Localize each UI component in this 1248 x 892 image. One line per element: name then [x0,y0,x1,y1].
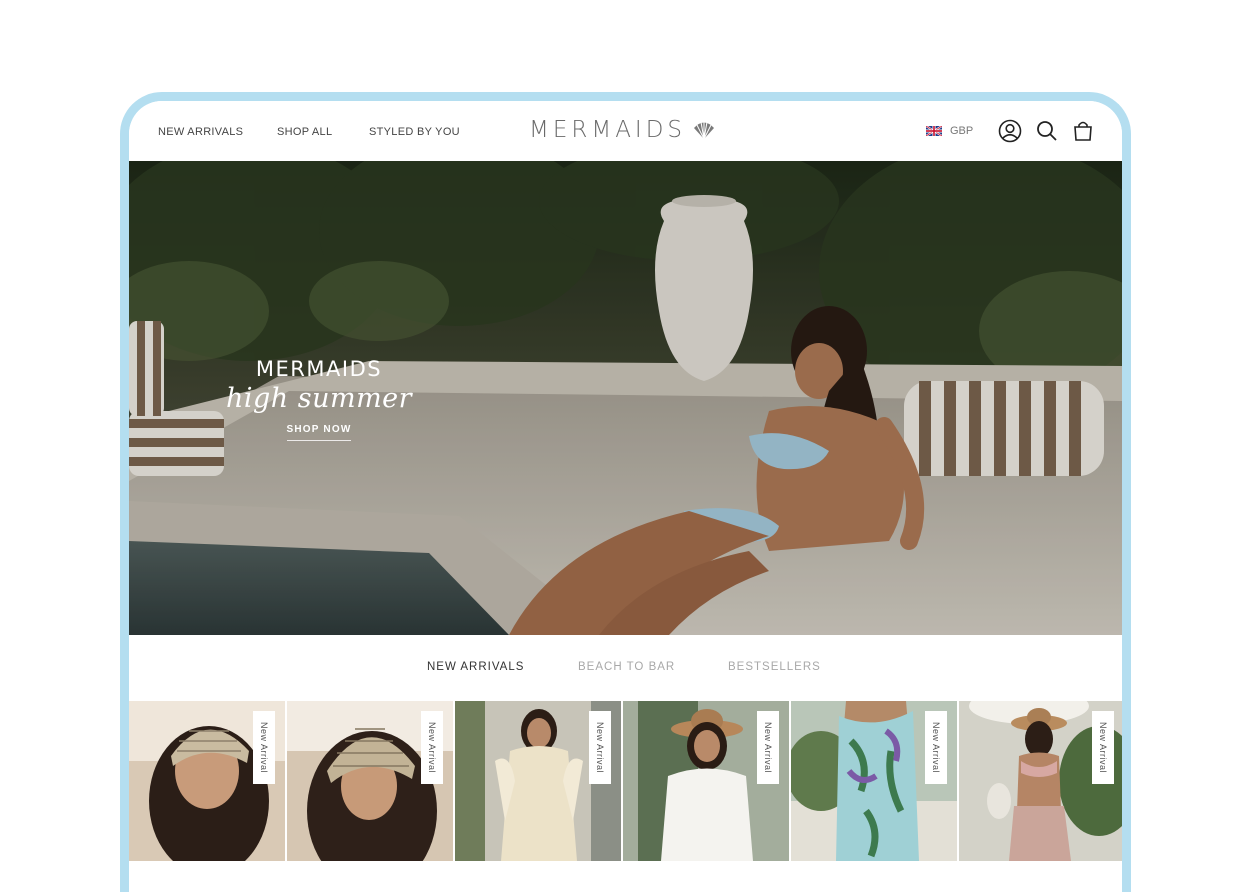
search-icon[interactable] [1035,119,1059,143]
logo-text: MERMAIDS [529,117,687,143]
tab-new-arrivals[interactable]: NEW ARRIVALS [427,661,524,673]
product-card[interactable]: New Arrival [623,701,789,861]
product-card[interactable]: New Arrival [287,701,453,861]
nav-new-arrivals[interactable]: NEW ARRIVALS [158,126,243,138]
hero-banner[interactable]: MERMAIDS high summer SHOP NOW [129,161,1122,635]
shop-now-button[interactable]: SHOP NOW [286,424,352,441]
currency-selector[interactable]: GBP [926,125,973,137]
account-icon[interactable] [998,119,1022,143]
new-arrival-badge: New Arrival [253,711,275,784]
product-card[interactable]: New Arrival [129,701,285,861]
new-arrival-badge: New Arrival [757,711,779,784]
shell-icon [694,121,715,140]
nav-styled-by-you[interactable]: STYLED BY YOU [369,126,460,138]
bag-icon[interactable] [1071,119,1095,143]
product-card[interactable]: New Arrival [959,701,1122,861]
new-arrival-badge: New Arrival [925,711,947,784]
tab-bestsellers[interactable]: BESTSELLERS [728,661,821,673]
brand-logo[interactable]: MERMAIDS [529,117,716,143]
hero-brand: MERMAIDS [255,357,383,381]
tab-beach-to-bar[interactable]: BEACH TO BAR [578,661,675,673]
product-grid: New Arrival New Arrival New Arrival New … [129,701,1122,892]
product-tabs: NEW ARRIVALS BEACH TO BAR BESTSELLERS [129,635,1122,701]
device-frame: NEW ARRIVALS SHOP ALL STYLED BY YOU MERM… [120,92,1131,892]
uk-flag-icon [926,126,942,136]
new-arrival-badge: New Arrival [589,711,611,784]
hero-tagline: high summer [225,383,413,414]
currency-label: GBP [950,125,974,137]
new-arrival-badge: New Arrival [1092,711,1114,784]
product-card[interactable]: New Arrival [791,701,957,861]
nav-shop-all[interactable]: SHOP ALL [277,126,332,138]
site-header: NEW ARRIVALS SHOP ALL STYLED BY YOU MERM… [129,101,1122,169]
new-arrival-badge: New Arrival [421,711,443,784]
hero-text-block: MERMAIDS high summer SHOP NOW [219,357,419,441]
product-card[interactable]: New Arrival [455,701,621,861]
